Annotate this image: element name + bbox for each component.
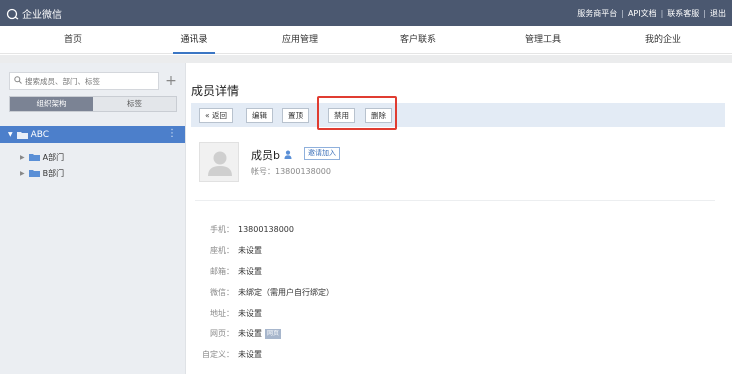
field-label: 微信： xyxy=(210,288,234,297)
field-webpage: 网页： 未设置 网页 xyxy=(191,328,282,339)
link-separator: | xyxy=(660,9,664,18)
search-input[interactable] xyxy=(25,76,155,86)
account-number: 帐号：13800138000 xyxy=(251,167,331,176)
field-value-wrap: 未设置 网页 xyxy=(238,328,282,339)
folder-icon xyxy=(28,153,40,161)
app-title: 企业微信 xyxy=(22,10,62,21)
search-box xyxy=(9,72,159,90)
folder-icon xyxy=(28,169,40,177)
field-wechat: 微信： 未绑定（需用户自行绑定） xyxy=(191,287,334,298)
tree-root-label: ABC xyxy=(30,129,50,140)
link-separator: | xyxy=(703,9,706,18)
field-label: 邮箱： xyxy=(210,267,234,276)
folder-icon xyxy=(16,131,28,139)
link-contact-support[interactable]: 联系客服 xyxy=(667,8,699,19)
field-label: 手机： xyxy=(210,225,234,234)
tree-item-dept-b[interactable]: ▶ B部门 xyxy=(0,165,185,181)
back-button[interactable]: « 返回 xyxy=(199,108,233,123)
tree-item-label: B部门 xyxy=(42,168,65,178)
field-value: 未设置 xyxy=(238,309,262,318)
tree-root-item[interactable]: ▼ ABC ⋮ xyxy=(0,126,185,143)
action-toolbar: « 返回 编辑 置顶 禁用 删除 xyxy=(191,103,725,127)
field-custom: 自定义： 未设置 xyxy=(191,349,262,360)
user-placeholder-icon xyxy=(208,151,232,176)
person-icon xyxy=(284,150,292,162)
tab-home[interactable]: 首页 xyxy=(38,26,108,54)
app-logo[interactable]: 企业微信 xyxy=(6,6,62,21)
field-label: 座机： xyxy=(210,246,234,255)
field-value: 未设置 xyxy=(238,267,262,276)
main-nav: 首页 通讯录 应用管理 客户联系 管理工具 我的企业 xyxy=(0,26,732,54)
field-value: 未设置 xyxy=(238,329,262,338)
tab-org-structure[interactable]: 组织架构 xyxy=(10,97,93,111)
tab-tags[interactable]: 标签 xyxy=(93,97,176,111)
link-separator: | xyxy=(621,9,624,18)
page-title: 成员详情 xyxy=(191,84,240,98)
field-value: 13800138000 xyxy=(238,225,294,234)
highlight-annotation xyxy=(317,96,397,130)
nav-gutter xyxy=(0,55,732,63)
caret-down-icon: ▼ xyxy=(8,131,13,138)
search-icon xyxy=(14,75,22,87)
tab-contacts[interactable]: 通讯录 xyxy=(159,26,229,54)
field-label: 自定义： xyxy=(202,350,234,359)
sidebar-segment-tabs: 组织架构 标签 xyxy=(9,96,177,112)
top-bar: 企业微信 服务商平台 | API文档 | 联系客服 | 退出 xyxy=(0,0,732,26)
contacts-sidebar: + 组织架构 标签 ▼ ABC ⋮ ▶ A部门 ▶ B部门 xyxy=(0,63,186,374)
add-button[interactable]: + xyxy=(164,72,178,90)
field-value: 未设置 xyxy=(238,246,262,255)
invite-button[interactable]: 邀请加入 xyxy=(304,147,340,160)
caret-right-icon: ▶ xyxy=(20,169,25,177)
caret-right-icon: ▶ xyxy=(20,153,25,161)
link-logout[interactable]: 退出 xyxy=(710,8,726,19)
field-mobile: 手机： 13800138000 xyxy=(191,224,294,235)
pin-top-button[interactable]: 置顶 xyxy=(282,108,309,123)
field-value: 未设置 xyxy=(238,350,262,359)
field-landline: 座机： 未设置 xyxy=(191,245,262,256)
more-options-icon[interactable]: ⋮ xyxy=(167,128,177,139)
member-detail-panel: 成员详情 « 返回 编辑 置顶 禁用 删除 成员b 邀请加入 帐号：138001… xyxy=(187,63,732,374)
avatar xyxy=(199,142,239,182)
field-email: 邮箱： 未设置 xyxy=(191,266,262,277)
tab-customer-contact[interactable]: 客户联系 xyxy=(383,26,453,54)
field-label: 网页： xyxy=(210,329,234,338)
edit-button[interactable]: 编辑 xyxy=(246,108,273,123)
link-provider-platform[interactable]: 服务商平台 xyxy=(577,8,617,19)
wecom-logo-icon xyxy=(6,8,19,20)
tree-item-label: A部门 xyxy=(42,152,65,162)
tab-management-tools[interactable]: 管理工具 xyxy=(508,26,578,54)
link-api-docs[interactable]: API文档 xyxy=(628,8,657,19)
field-address: 地址： 未设置 xyxy=(191,308,262,319)
tab-my-enterprise[interactable]: 我的企业 xyxy=(628,26,698,54)
field-value: 未绑定（需用户自行绑定） xyxy=(238,288,334,297)
tab-app-management[interactable]: 应用管理 xyxy=(265,26,335,54)
field-label: 地址： xyxy=(210,309,234,318)
webpage-tag: 网页 xyxy=(265,328,282,339)
section-divider xyxy=(195,200,715,201)
tree-item-dept-a[interactable]: ▶ A部门 xyxy=(0,149,185,165)
member-name: 成员b xyxy=(251,149,280,162)
top-links: 服务商平台 | API文档 | 联系客服 | 退出 xyxy=(577,8,726,19)
